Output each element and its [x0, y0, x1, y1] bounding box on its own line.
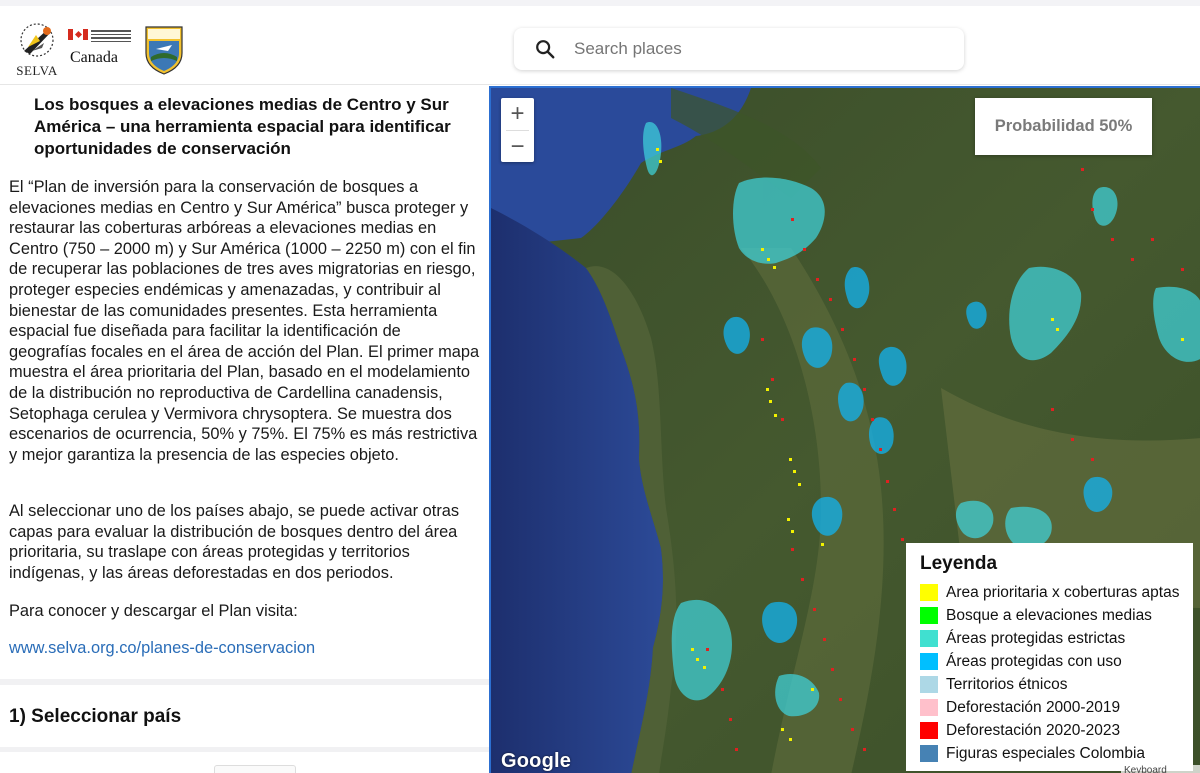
selva-logo[interactable]: SELVA	[14, 19, 60, 79]
canada-logo[interactable]: Canada	[68, 23, 134, 75]
legend-item: Deforestación 2020-2023	[920, 719, 1193, 742]
section-divider	[0, 747, 489, 752]
zoom-out-button[interactable]: −	[501, 131, 534, 163]
government-text-lines	[91, 30, 131, 42]
legend-label: Deforestación 2000-2019	[946, 698, 1121, 716]
legend-item: Áreas protegidas con uso	[920, 650, 1193, 673]
intro-paragraph: El “Plan de inversión para la conservaci…	[9, 178, 480, 464]
legend-swatch	[920, 745, 938, 762]
probability-toggle-button[interactable]: Probabilidad 50%	[975, 98, 1152, 155]
search-input[interactable]	[574, 39, 934, 59]
legend-label: Deforestación 2020-2023	[946, 721, 1121, 739]
panel-title: Los bosques a elevaciones medias de Cent…	[34, 95, 451, 158]
selva-bird-icon	[20, 23, 54, 57]
keyboard-shortcuts-link[interactable]: Keyboard shortcuts	[1121, 765, 1200, 773]
fws-shield-icon	[145, 26, 183, 75]
google-attribution-logo[interactable]: Google	[501, 750, 571, 773]
zoom-control: + −	[501, 98, 534, 162]
legend-label: Áreas protegidas con uso	[946, 652, 1122, 670]
zoom-in-button[interactable]: +	[501, 98, 534, 130]
legend-swatch	[920, 699, 938, 716]
legend-swatch	[920, 676, 938, 693]
map-view[interactable]: + − Probabilidad 50% Leyenda Area priori…	[489, 86, 1200, 773]
legend-swatch	[920, 607, 938, 624]
legend-item: Figuras especiales Colombia	[920, 742, 1193, 765]
legend-label: Territorios étnicos	[946, 675, 1068, 693]
canada-wordmark: Canada	[70, 49, 118, 66]
legend-item: Area prioritaria x coberturas aptas	[920, 581, 1193, 604]
legend-swatch	[920, 722, 938, 739]
legend-label: Bosque a elevaciones medias	[946, 606, 1152, 624]
top-bar: SELVA Canada	[0, 0, 1200, 85]
legend-swatch	[920, 584, 938, 601]
logo-group: SELVA Canada	[14, 18, 186, 80]
legend-swatch	[920, 653, 938, 670]
canada-flag-icon	[68, 29, 88, 40]
legend-item: Territorios étnicos	[920, 673, 1193, 696]
legend-label: Áreas protegidas estrictas	[946, 629, 1126, 647]
search-icon[interactable]	[534, 38, 556, 60]
search-box[interactable]	[514, 28, 964, 70]
info-panel: Los bosques a elevaciones medias de Cent…	[0, 86, 489, 773]
legend-swatch	[920, 630, 938, 647]
legend-item: Bosque a elevaciones medias	[920, 604, 1193, 627]
map-legend: Leyenda Area prioritaria x coberturas ap…	[906, 543, 1193, 771]
legend-label: Area prioritaria x coberturas aptas	[946, 583, 1180, 601]
legend-item: Áreas protegidas estrictas	[920, 627, 1193, 650]
legend-label: Figuras especiales Colombia	[946, 744, 1146, 762]
fws-logo[interactable]	[142, 23, 186, 75]
layers-paragraph: Al seleccionar uno de los países abajo, …	[9, 502, 460, 582]
select-country-heading: 1) Seleccionar país	[9, 706, 182, 727]
country-selector[interactable]	[214, 765, 296, 773]
legend-title: Leyenda	[920, 553, 998, 574]
download-paragraph: Para conocer y descargar el Plan visita:	[9, 602, 298, 620]
legend-item: Deforestación 2000-2019	[920, 696, 1193, 719]
selva-logo-text: SELVA	[16, 63, 58, 78]
section-divider	[0, 679, 489, 685]
plan-link[interactable]: www.selva.org.co/planes-de-conservacion	[9, 639, 315, 658]
